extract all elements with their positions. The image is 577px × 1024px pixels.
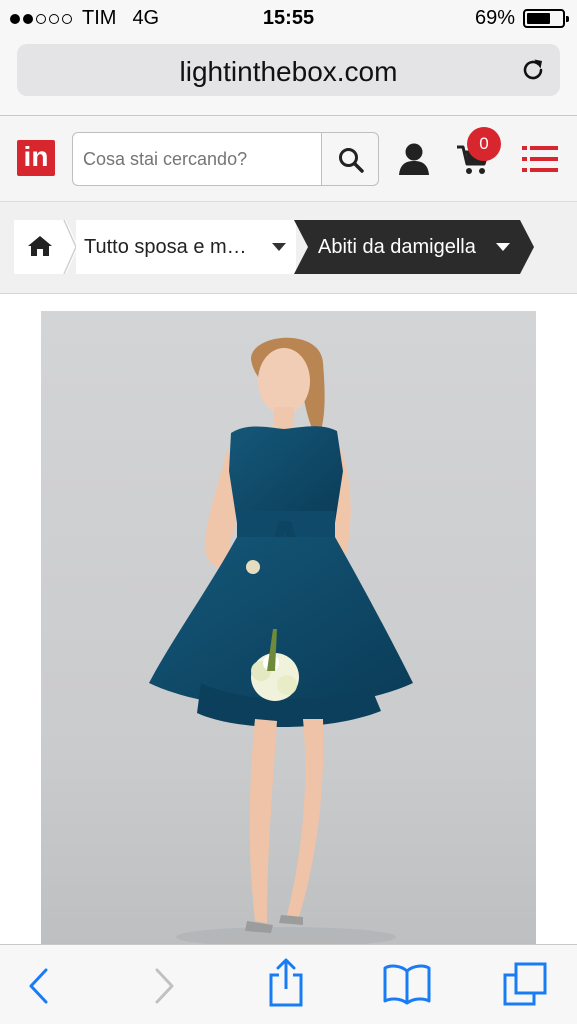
user-icon[interactable] [398,142,430,176]
back-icon[interactable] [27,967,49,1005]
status-bar: TIM 4G 15:55 69% [0,0,577,38]
product-image[interactable] [41,311,536,944]
breadcrumb-home[interactable] [14,220,66,274]
search-icon [339,148,364,173]
search-button[interactable] [321,132,379,186]
model-photo [41,311,536,944]
address-bar[interactable]: lightinthebox.com [17,44,560,96]
chevron-down-icon [496,243,510,251]
url-text[interactable]: lightinthebox.com [17,56,560,88]
tabs-icon[interactable] [502,961,548,1007]
battery-icon [523,9,569,28]
browser-address-area: lightinthebox.com [0,38,577,116]
bookmarks-icon[interactable] [382,963,432,1005]
browser-toolbar [0,944,577,1024]
reload-icon[interactable] [520,57,546,83]
breadcrumb-current-wrapper[interactable]: Abiti da damigella [294,220,534,274]
site-header: in 0 [0,116,577,202]
breadcrumb-item-category[interactable]: Tutto sposa e m… [76,220,296,274]
breadcrumb-category-label: Tutto sposa e m… [84,236,247,258]
battery-percent: 69% [474,7,515,29]
menu-icon[interactable] [522,145,558,173]
cart-count-badge[interactable]: 0 [467,127,501,161]
forward-icon[interactable] [154,967,176,1005]
search-input[interactable] [72,132,322,186]
home-icon [28,236,52,256]
breadcrumb-current-label: Abiti da damigella [318,236,476,258]
site-logo[interactable]: in [17,140,55,176]
chevron-down-icon [272,243,286,251]
share-icon[interactable] [267,957,305,1007]
breadcrumb: Tutto sposa e m… Abiti da damigella [0,202,577,294]
status-right: 69% [474,7,569,30]
